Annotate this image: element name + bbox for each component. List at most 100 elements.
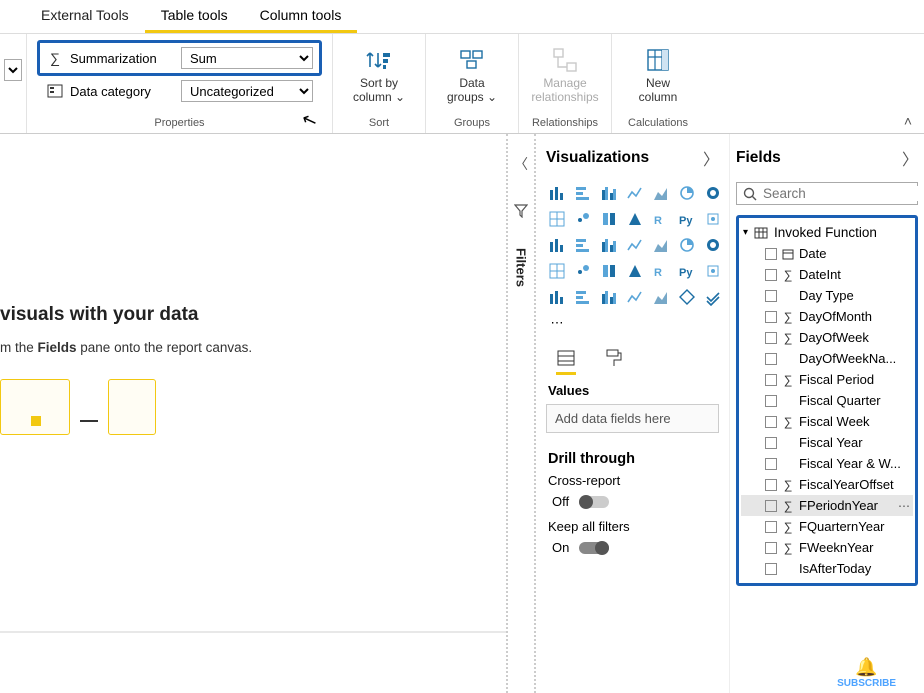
field-fperiodnyear[interactable]: ∑FPeriodnYear⋯	[741, 495, 913, 516]
summarization-select[interactable]: Sum	[181, 47, 313, 69]
drill-through-label: Drill through	[548, 451, 719, 467]
field-fiscal-week[interactable]: ∑Fiscal Week	[741, 411, 913, 432]
field-checkbox[interactable]	[765, 311, 777, 323]
viz-type-19[interactable]	[676, 234, 698, 256]
search-icon	[743, 187, 757, 201]
viz-type-4[interactable]	[650, 182, 672, 204]
viz-type-15[interactable]	[572, 234, 594, 256]
manage-relationships-button[interactable]: Managerelationships	[529, 42, 601, 104]
viz-type-24[interactable]	[624, 260, 646, 282]
cross-report-toggle[interactable]	[579, 496, 609, 508]
expand-filters-chevron-icon[interactable]: 〈	[514, 154, 528, 174]
collapse-ribbon-chevron-icon[interactable]: ˄	[904, 113, 912, 129]
field-date[interactable]: Date	[741, 243, 913, 264]
field-checkbox[interactable]	[765, 542, 777, 554]
field-dayofweek[interactable]: ∑DayOfWeek	[741, 327, 913, 348]
viz-type-31[interactable]	[624, 286, 646, 308]
viz-type-0[interactable]	[546, 182, 568, 204]
field-checkbox[interactable]	[765, 479, 777, 491]
keep-filters-toggle[interactable]	[579, 542, 609, 554]
fields-search[interactable]	[736, 182, 918, 205]
field-checkbox[interactable]	[765, 374, 777, 386]
viz-type-17[interactable]	[624, 234, 646, 256]
field-fweeknyear[interactable]: ∑FWeeknYear	[741, 537, 913, 558]
field-fiscal-year[interactable]: Fiscal Year	[741, 432, 913, 453]
sort-by-column-button[interactable]: Sort bycolumn ⌄	[343, 42, 415, 104]
field-fiscal-quarter[interactable]: Fiscal Quarter	[741, 390, 913, 411]
field-day-type[interactable]: Day Type	[741, 285, 913, 306]
field-menu-icon[interactable]: ⋯	[898, 499, 911, 513]
tab-column-tools[interactable]: Column tools	[244, 0, 358, 33]
field-checkbox[interactable]	[765, 521, 777, 533]
tab-table-tools[interactable]: Table tools	[145, 0, 244, 33]
viz-type-23[interactable]	[598, 260, 620, 282]
viz-type-32[interactable]	[650, 286, 672, 308]
viz-type-14[interactable]	[546, 234, 568, 256]
svg-text:R: R	[654, 267, 662, 279]
field-checkbox[interactable]	[765, 395, 777, 407]
data-groups-button[interactable]: Datagroups ⌄	[436, 42, 508, 104]
field-checkbox[interactable]	[765, 353, 777, 365]
viz-type-12[interactable]: Py	[676, 208, 698, 230]
viz-type-18[interactable]	[650, 234, 672, 256]
fields-search-input[interactable]	[763, 186, 924, 201]
viz-type-11[interactable]: R	[650, 208, 672, 230]
field-checkbox[interactable]	[765, 437, 777, 449]
viz-type-29[interactable]	[572, 286, 594, 308]
viz-type-30[interactable]	[598, 286, 620, 308]
viz-type-8[interactable]	[572, 208, 594, 230]
viz-type-26[interactable]: Py	[676, 260, 698, 282]
viz-type-16[interactable]	[598, 234, 620, 256]
field-checkbox[interactable]	[765, 500, 777, 512]
field-isaftertoday[interactable]: IsAfterToday	[741, 558, 913, 579]
viz-type-25[interactable]: R	[650, 260, 672, 282]
viz-type-34[interactable]	[702, 286, 724, 308]
viz-type-21[interactable]	[546, 260, 568, 282]
collapse-viz-chevron-icon[interactable]: 〉	[703, 146, 719, 170]
new-column-button[interactable]: Newcolumn	[622, 42, 694, 104]
field-fiscalyearoffset[interactable]: ∑FiscalYearOffset	[741, 474, 913, 495]
viz-type-20[interactable]	[702, 234, 724, 256]
field-checkbox[interactable]	[765, 563, 777, 575]
field-label: Fiscal Year & W...	[799, 456, 901, 471]
tab-external-tools[interactable]: External Tools	[25, 0, 145, 33]
viz-type-10[interactable]	[624, 208, 646, 230]
viz-type-7[interactable]	[546, 208, 568, 230]
field-label: FWeeknYear	[799, 540, 873, 555]
viz-type-13[interactable]	[702, 208, 724, 230]
viz-more[interactable]: ⋯	[546, 312, 568, 334]
viz-type-6[interactable]	[702, 182, 724, 204]
field-checkbox[interactable]	[765, 269, 777, 281]
field-fiscal-period[interactable]: ∑Fiscal Period	[741, 369, 913, 390]
report-canvas[interactable]: visuals with your data m the Fields pane…	[0, 134, 508, 693]
fields-title: Fields	[736, 149, 781, 167]
field-label: DayOfWeek	[799, 330, 869, 345]
field-dateint[interactable]: ∑DateInt	[741, 264, 913, 285]
viz-type-27[interactable]	[702, 260, 724, 282]
data-category-select[interactable]: Uncategorized	[181, 80, 313, 102]
field-checkbox[interactable]	[765, 248, 777, 260]
field-checkbox[interactable]	[765, 458, 777, 470]
viz-type-9[interactable]	[598, 208, 620, 230]
collapse-fields-chevron-icon[interactable]: 〉	[902, 146, 918, 170]
viz-type-22[interactable]	[572, 260, 594, 282]
viz-type-3[interactable]	[624, 182, 646, 204]
format-dropdown-stub[interactable]	[4, 59, 22, 81]
field-checkbox[interactable]	[765, 332, 777, 344]
viz-type-5[interactable]	[676, 182, 698, 204]
viz-type-1[interactable]	[572, 182, 594, 204]
table-invoked-function[interactable]: ▾ Invoked Function	[741, 222, 913, 243]
field-dayofweekna-[interactable]: DayOfWeekNa...	[741, 348, 913, 369]
viz-type-28[interactable]	[546, 286, 568, 308]
field-fquarternyear[interactable]: ∑FQuarternYear	[741, 516, 913, 537]
field-checkbox[interactable]	[765, 290, 777, 302]
field-dayofmonth[interactable]: ∑DayOfMonth	[741, 306, 913, 327]
field-fiscal-year-w-[interactable]: Fiscal Year & W...	[741, 453, 913, 474]
values-dropzone[interactable]: Add data fields here	[546, 404, 719, 433]
fields-well-icon[interactable]	[556, 348, 576, 375]
viz-type-33[interactable]	[676, 286, 698, 308]
cross-report-off-label: Off	[552, 494, 569, 509]
format-roller-icon[interactable]	[604, 348, 624, 375]
field-checkbox[interactable]	[765, 416, 777, 428]
viz-type-2[interactable]	[598, 182, 620, 204]
